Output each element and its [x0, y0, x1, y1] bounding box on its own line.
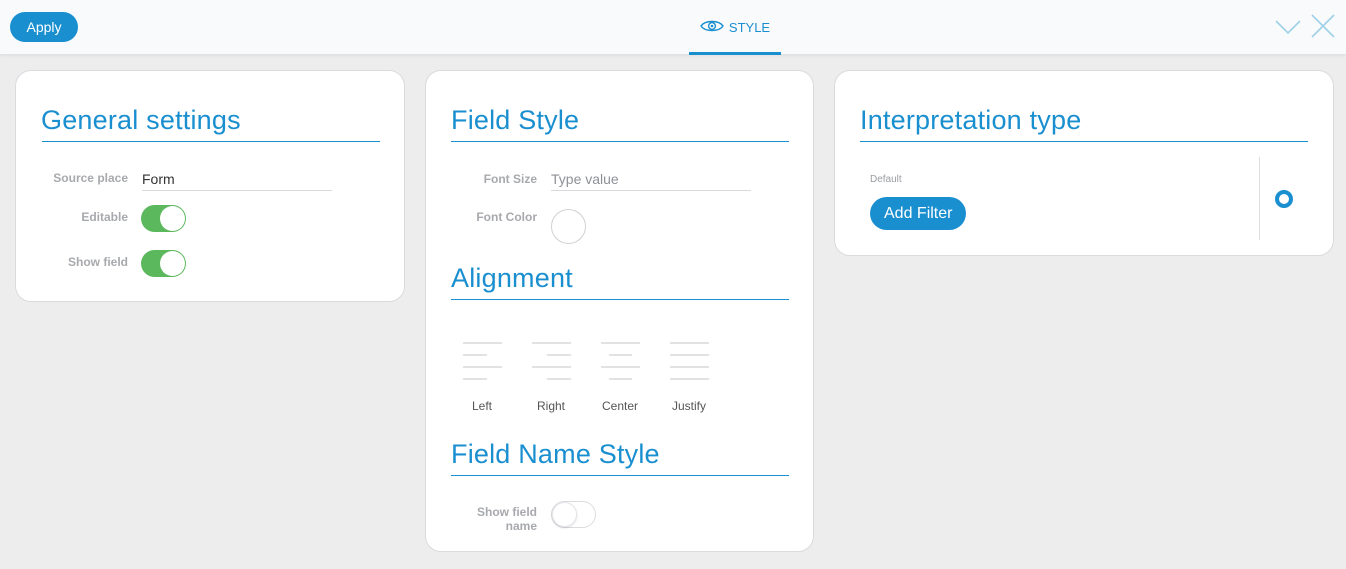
top-toolbar: Apply STYLE: [0, 0, 1346, 55]
active-tab-indicator: [689, 52, 781, 55]
field-style-title: Field Style: [451, 105, 580, 135]
align-right-icon: [532, 342, 571, 380]
align-justify-option[interactable]: Justify: [664, 342, 714, 413]
chevron-down-icon[interactable]: [1275, 14, 1301, 40]
alignment-title: Alignment: [451, 263, 573, 293]
general-settings-card: General settings Source place Editable S…: [15, 70, 405, 302]
close-icon[interactable]: [1311, 14, 1337, 40]
align-left-icon: [463, 342, 502, 380]
toggle-knob: [552, 502, 577, 527]
editable-toggle[interactable]: [141, 205, 186, 232]
add-filter-button[interactable]: Add Filter: [870, 197, 967, 230]
toggle-knob: [160, 251, 185, 276]
general-settings-title: General settings: [41, 105, 241, 135]
interpretation-type-card: Interpretation type Default Add Filter: [834, 70, 1334, 256]
align-left-label: Left: [471, 399, 492, 413]
show-field-name-label-line2: name: [505, 519, 537, 533]
align-center-label: Center: [601, 399, 639, 413]
apply-button[interactable]: Apply: [10, 12, 78, 42]
align-justify-icon: [670, 342, 709, 380]
toggle-knob: [160, 206, 185, 231]
show-field-label: Show field: [68, 255, 128, 269]
font-color-label: Font Color: [476, 210, 537, 224]
show-field-name-label: Show field name: [446, 505, 537, 533]
default-radio[interactable]: [1275, 190, 1293, 208]
title-divider: [451, 299, 789, 300]
source-place-input[interactable]: [142, 167, 332, 191]
tab-style-label: STYLE: [728, 20, 771, 35]
field-name-style-title: Field Name Style: [451, 439, 660, 469]
editable-label: Editable: [81, 210, 128, 224]
font-color-picker[interactable]: [551, 209, 586, 244]
eye-icon: [700, 19, 724, 33]
show-field-name-label-line1: Show field: [477, 505, 537, 519]
title-divider: [42, 141, 380, 142]
align-right-label: Right: [536, 399, 565, 413]
tab-style[interactable]: STYLE: [689, 0, 781, 55]
show-field-toggle[interactable]: [141, 250, 186, 277]
align-right-option[interactable]: Right: [526, 342, 576, 413]
title-divider: [451, 475, 789, 476]
field-style-card: Field Style Font Size Font Color Alignme…: [425, 70, 814, 552]
show-field-name-toggle[interactable]: [551, 501, 596, 528]
align-center-icon: [601, 342, 640, 380]
align-justify-label: Justify: [671, 399, 706, 413]
align-left-option[interactable]: Left: [457, 342, 507, 413]
source-place-label: Source place: [53, 171, 128, 185]
align-center-option[interactable]: Center: [595, 342, 645, 413]
default-label: Default: [870, 174, 902, 185]
font-size-label: Font Size: [483, 172, 537, 186]
title-divider: [860, 141, 1308, 142]
font-size-input[interactable]: [551, 167, 751, 191]
title-divider: [451, 141, 789, 142]
vertical-divider: [1259, 157, 1260, 240]
interpretation-type-title: Interpretation type: [860, 105, 1082, 135]
